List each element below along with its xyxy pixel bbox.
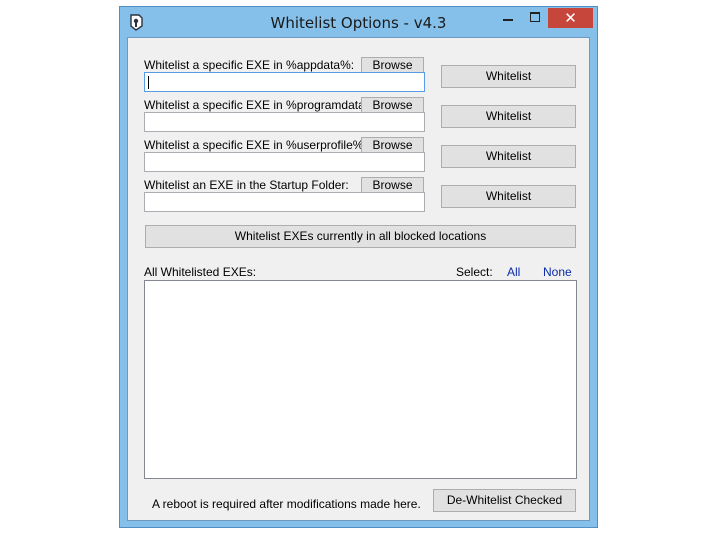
close-button[interactable]: ✕ — [548, 8, 593, 28]
whitelist-appdata-button[interactable]: Whitelist — [441, 65, 576, 88]
whitelist-userprofile-button[interactable]: Whitelist — [441, 145, 576, 168]
browse-appdata-button[interactable]: Browse — [361, 57, 424, 73]
programdata-label: Whitelist a specific EXE in %programdata… — [144, 98, 379, 112]
whitelist-startup-button[interactable]: Whitelist — [441, 185, 576, 208]
browse-programdata-button[interactable]: Browse — [361, 97, 424, 113]
whitelist-options-window: Whitelist Options - v4.3 ✕ Whitelist a s… — [119, 6, 598, 528]
userprofile-input[interactable] — [144, 152, 425, 172]
client-area: Whitelist a specific EXE in %appdata%: B… — [127, 37, 590, 521]
select-none-link[interactable]: None — [543, 265, 572, 279]
title-bar[interactable]: Whitelist Options - v4.3 ✕ — [120, 7, 597, 37]
whitelisted-exes-listbox[interactable] — [144, 280, 577, 479]
programdata-input[interactable] — [144, 112, 425, 132]
text-caret — [148, 76, 149, 89]
dewhitelist-checked-button[interactable]: De-Whitelist Checked — [433, 489, 576, 512]
select-label: Select: — [456, 265, 493, 279]
reboot-note: A reboot is required after modifications… — [152, 497, 421, 511]
close-icon: ✕ — [564, 9, 577, 27]
browse-startup-button[interactable]: Browse — [361, 177, 424, 193]
whitelist-all-blocked-button[interactable]: Whitelist EXEs currently in all blocked … — [145, 225, 576, 248]
browse-userprofile-button[interactable]: Browse — [361, 137, 424, 153]
appdata-input[interactable] — [144, 72, 425, 92]
select-all-link[interactable]: All — [507, 265, 520, 279]
maximize-button[interactable] — [522, 8, 549, 28]
userprofile-label: Whitelist a specific EXE in %userprofile… — [144, 138, 367, 152]
minimize-button[interactable] — [495, 8, 522, 28]
whitelisted-exes-label: All Whitelisted EXEs: — [144, 265, 257, 279]
whitelist-programdata-button[interactable]: Whitelist — [441, 105, 576, 128]
appdata-label: Whitelist a specific EXE in %appdata%: — [144, 58, 355, 72]
startup-folder-label: Whitelist an EXE in the Startup Folder: — [144, 178, 349, 192]
startup-folder-input[interactable] — [144, 192, 425, 212]
